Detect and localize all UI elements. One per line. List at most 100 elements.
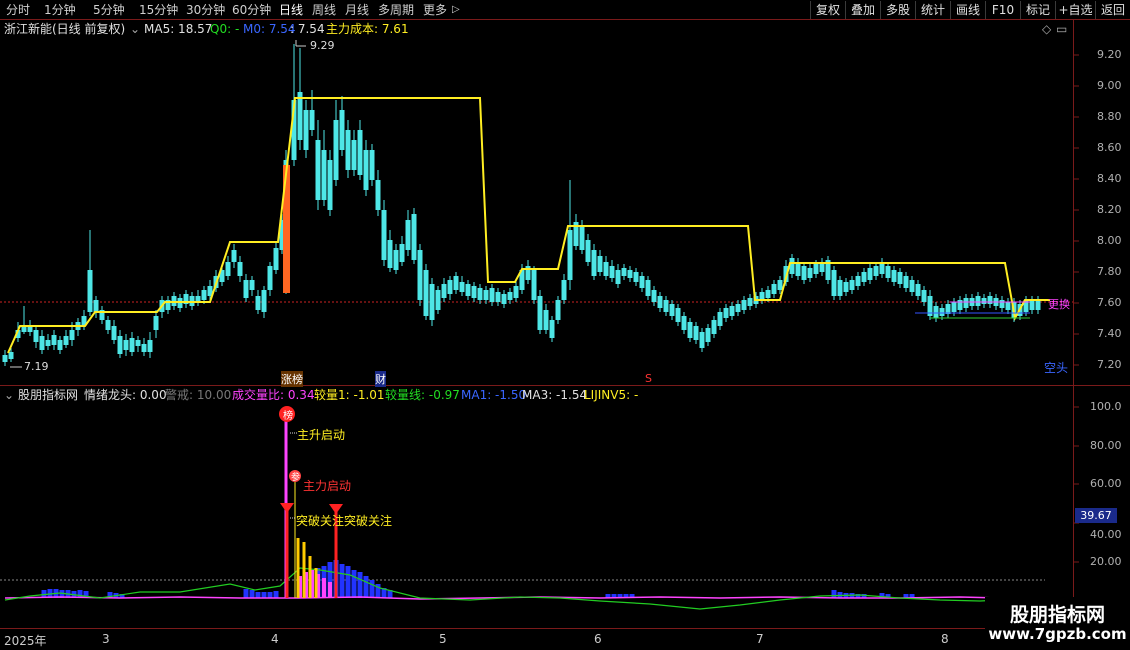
candle-body: [369, 150, 375, 180]
candle-body: [801, 266, 807, 280]
candle-body: [933, 306, 939, 318]
watermark-title: 股朋指标网: [1009, 604, 1105, 626]
candle-body: [435, 290, 441, 310]
tupo-label: 突破关注突破关注: [296, 514, 393, 528]
candle-body: [693, 326, 699, 340]
candle-body: [249, 280, 255, 290]
candle-body: [729, 306, 735, 316]
candle-body: [579, 226, 585, 250]
ind-axis-100: 100.0: [1090, 400, 1122, 413]
candle-body: [621, 268, 627, 276]
candle-body: [477, 288, 483, 300]
candle-body: [2, 355, 8, 362]
candle-body: [849, 280, 855, 290]
candle-body: [129, 338, 135, 352]
candle-body: [111, 326, 117, 340]
candle-body: [261, 290, 267, 312]
zhuli-label: 主力启动: [303, 479, 352, 493]
candle-body: [315, 140, 321, 200]
indicator-bar-yellow: [302, 542, 306, 598]
candle-body: [837, 280, 843, 296]
candle-body: [123, 340, 129, 350]
candle-body: [201, 290, 207, 300]
ma3-label: MA3: -1.54: [522, 388, 588, 402]
watermark-url: www.7gpzb.com: [988, 625, 1127, 643]
candle-body: [963, 298, 969, 308]
candle-body: [765, 290, 771, 298]
indicator-bar: [345, 566, 351, 598]
candle-body: [255, 296, 261, 310]
candle-body: [975, 296, 981, 306]
month-8: 8: [941, 632, 949, 646]
candle-body: [687, 322, 693, 338]
candle-body: [483, 290, 489, 300]
ind-axis-40: 40.00: [1090, 528, 1122, 541]
kongtou-label: 空头: [1044, 361, 1069, 375]
candle-body: [585, 240, 591, 262]
candle-body: [663, 300, 669, 312]
candle-body: [645, 280, 651, 296]
candle-body: [393, 250, 399, 270]
candle-body: [237, 262, 243, 276]
candle-body: [57, 340, 63, 350]
low-price-label: 7.19: [24, 360, 49, 373]
candle-body: [813, 264, 819, 274]
candle-body: [93, 300, 99, 312]
candle-body: [903, 276, 909, 288]
chart-canvas: [0, 20, 1130, 629]
candle-body: [627, 270, 633, 278]
candle-body: [597, 256, 603, 272]
candle-body: [555, 300, 561, 320]
cost-line: [7, 97, 1050, 354]
candle-body: [609, 266, 615, 278]
candle-body: [567, 230, 573, 280]
candle-body: [387, 240, 393, 268]
cai-marker: 财: [375, 371, 386, 387]
candle-body: [771, 284, 777, 294]
candle-body: [897, 272, 903, 284]
indicator-bar-magenta: [328, 582, 332, 598]
candle-body: [441, 284, 447, 298]
candle-body: [153, 316, 159, 330]
indicator-bar: [267, 592, 273, 598]
candle-body: [147, 340, 153, 352]
candle-body: [891, 270, 897, 282]
candle-body: [489, 288, 495, 302]
candle-body: [267, 266, 273, 290]
candle-body: [615, 270, 621, 284]
candle-body: [8, 352, 14, 359]
qxlt-label: 情绪龙头: 0.00: [84, 388, 167, 402]
candle-body: [501, 294, 507, 304]
candle-body: [789, 258, 795, 274]
candle-body: [51, 335, 57, 345]
candle-body: [873, 266, 879, 276]
candle-body: [1035, 300, 1041, 310]
month-5: 5: [439, 632, 447, 646]
candle-body: [363, 150, 369, 190]
indicator-bar: [363, 576, 369, 598]
indicator-collapse-icon[interactable]: ⌄: [4, 387, 14, 403]
month-7: 7: [756, 632, 764, 646]
candle-body: [885, 266, 891, 278]
candle-body: [309, 110, 315, 130]
jl1-label: 较量1: -1.01: [314, 388, 385, 402]
duohuan-label: 更换: [1048, 298, 1070, 311]
candle-body: [117, 336, 123, 354]
indicator-bar-yellow: [314, 568, 318, 598]
candle-body: [333, 120, 339, 180]
candle-body: [45, 340, 51, 346]
candle-body: [777, 280, 783, 290]
candle-body: [399, 244, 405, 262]
bang-text: 榜: [283, 411, 293, 422]
candle-body: [447, 280, 453, 294]
candle-body: [951, 302, 957, 312]
candle-body: [231, 250, 237, 262]
indicator-bar: [369, 580, 375, 598]
candle-body: [681, 316, 687, 330]
indicator-bar-yellow: [308, 556, 312, 598]
candle-body: [795, 262, 801, 276]
candle-body: [357, 130, 363, 175]
candle-body: [675, 308, 681, 322]
candle-body: [243, 280, 249, 298]
month-4: 4: [271, 632, 279, 646]
